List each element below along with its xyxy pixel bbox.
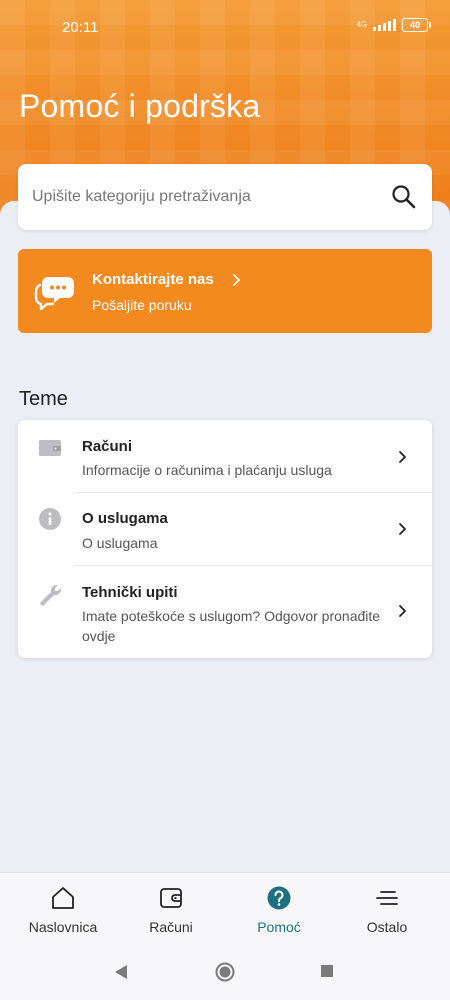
nav-label: Računi	[149, 919, 193, 935]
topic-item-tehnicki-upiti[interactable]: Tehnički upiti Imate poteškoće s uslugom…	[18, 566, 432, 658]
signal-icon	[373, 19, 396, 31]
battery-icon: 40	[402, 18, 431, 32]
bottom-nav: Naslovnica Računi Pomoć Ostalo	[0, 872, 450, 948]
chevron-right-icon	[399, 605, 406, 617]
info-icon	[39, 508, 61, 530]
topic-title: Računi	[82, 438, 133, 455]
nav-item-ostalo[interactable]: Ostalo	[331, 873, 443, 949]
status-indicators: 4G 40	[356, 18, 431, 32]
menu-icon	[376, 891, 398, 905]
nav-item-racuni[interactable]: Računi	[115, 873, 227, 949]
chevron-right-icon	[233, 274, 240, 286]
system-nav-bar	[0, 948, 450, 1000]
topic-description: Imate poteškoće s uslugom? Odgovor prona…	[82, 608, 381, 644]
contact-title: Kontaktirajte nas	[92, 271, 214, 288]
topic-description: Informacije o računima i plaćanju usluga	[82, 462, 332, 478]
wallet-icon	[160, 888, 182, 908]
topic-item-o-uslugama[interactable]: O uslugama O uslugama	[18, 493, 432, 565]
topics-list: Računi Informacije o računima i plaćanju…	[18, 420, 432, 658]
nav-label: Pomoć	[257, 919, 301, 935]
status-bar: 20:11 4G 40	[0, 0, 450, 44]
nav-label: Naslovnica	[28, 919, 98, 935]
recent-apps-icon[interactable]	[320, 964, 334, 978]
topics-heading: Teme	[19, 388, 68, 410]
contact-card[interactable]: Kontaktirajte nas Pošaljite poruku	[18, 249, 432, 333]
network-type: 4G	[356, 20, 367, 29]
search-input[interactable]	[32, 188, 390, 206]
chevron-right-icon	[399, 451, 406, 463]
topic-title: Tehnički upiti	[82, 584, 178, 601]
status-time: 20:11	[62, 19, 99, 36]
search-box[interactable]	[18, 164, 432, 230]
wallet-icon	[39, 440, 61, 456]
page-title: Pomoć i podrška	[19, 88, 261, 124]
home-button-icon[interactable]	[215, 962, 235, 982]
topic-item-racuni[interactable]: Računi Informacije o računima i plaćanju…	[18, 420, 432, 492]
contact-subtitle: Pošaljite poruku	[92, 297, 192, 313]
chat-bubbles-icon	[34, 277, 74, 311]
nav-item-pomoc[interactable]: Pomoć	[223, 873, 335, 949]
back-icon[interactable]	[114, 964, 128, 980]
search-icon[interactable]	[390, 183, 418, 211]
home-icon	[52, 887, 74, 909]
topic-description: O uslugama	[82, 535, 158, 551]
nav-label: Ostalo	[366, 919, 408, 935]
wrench-icon	[40, 584, 62, 606]
chevron-right-icon	[399, 523, 406, 535]
battery-level: 40	[409, 20, 420, 30]
topic-title: O uslugama	[82, 510, 168, 527]
nav-item-naslovnica[interactable]: Naslovnica	[7, 873, 119, 949]
help-icon	[267, 886, 291, 910]
